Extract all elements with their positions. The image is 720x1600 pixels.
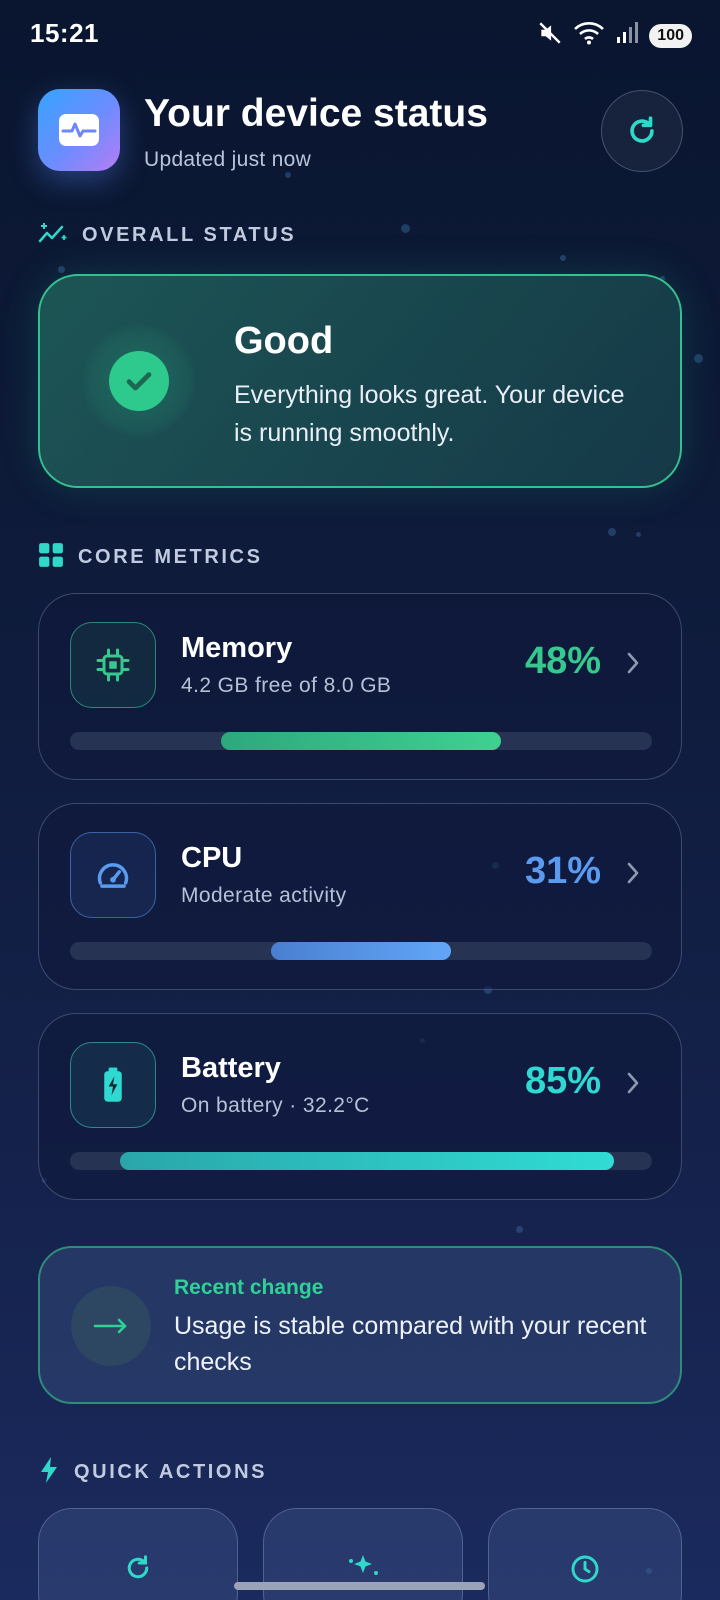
gauge-icon — [70, 832, 156, 918]
progress-track — [70, 1152, 652, 1170]
grid-icon — [38, 542, 64, 573]
check-badge — [82, 324, 196, 438]
progress-track — [70, 732, 652, 750]
metric-card-memory[interactable]: Memory 4.2 GB free of 8.0 GB 48% — [38, 593, 682, 780]
page-subtitle: Updated just now — [144, 148, 312, 171]
section-label: OVERALL STATUS — [82, 224, 297, 246]
particle — [636, 532, 641, 537]
arrow-right-icon — [71, 1286, 151, 1366]
recent-change-title: Recent change — [174, 1276, 324, 1299]
particle — [516, 1226, 523, 1233]
wifi-icon — [573, 20, 605, 51]
refresh-icon — [630, 116, 654, 143]
metric-value: 48% — [524, 640, 601, 682]
metric-value: 85% — [524, 1060, 601, 1102]
recent-change-description: Usage is stable compared with your recen… — [174, 1312, 647, 1376]
progress-fill — [270, 942, 452, 960]
metric-detail: 4.2 GB free of 8.0 GB — [181, 674, 392, 697]
refresh-icon — [123, 1553, 153, 1600]
metric-name: Memory — [181, 632, 293, 664]
chevron-right-icon — [625, 860, 641, 891]
metrics-section-header: CORE METRICS — [38, 542, 263, 573]
metric-card-battery[interactable]: Battery On battery · 32.2°C 85% — [38, 1013, 682, 1200]
section-label: CORE METRICS — [78, 546, 263, 568]
recent-change-card[interactable]: Recent change Usage is stable compared w… — [38, 1246, 682, 1404]
battery-bolt-icon — [70, 1042, 156, 1128]
status-time: 15:21 — [30, 18, 99, 48]
chip-icon — [70, 622, 156, 708]
status-title: Good — [234, 320, 334, 362]
particle — [401, 224, 410, 233]
sparkles-icon — [344, 1553, 382, 1600]
metric-name: Battery — [181, 1052, 281, 1084]
chevron-right-icon — [625, 650, 641, 681]
particle — [694, 354, 703, 363]
section-label: QUICK ACTIONS — [74, 1461, 268, 1483]
signal-icon — [615, 21, 639, 50]
mute-icon — [537, 20, 563, 51]
progress-track — [70, 942, 652, 960]
progress-fill — [119, 1152, 615, 1170]
chevron-right-icon — [625, 1070, 641, 1101]
particle — [560, 255, 566, 261]
home-indicator[interactable] — [234, 1582, 485, 1590]
quick-action-refresh[interactable] — [38, 1508, 238, 1600]
page-title: Your device status — [144, 92, 488, 135]
refresh-button[interactable] — [601, 90, 683, 172]
quick-action-history[interactable] — [488, 1508, 682, 1600]
check-icon — [109, 351, 169, 411]
quick-actions-section-header: QUICK ACTIONS — [38, 1456, 267, 1489]
app-icon — [38, 89, 120, 171]
metric-name: CPU — [181, 842, 243, 874]
metric-card-cpu[interactable]: CPU Moderate activity 31% — [38, 803, 682, 990]
bolt-icon — [38, 1456, 60, 1489]
overall-status-card[interactable]: Good Everything looks great. Your device… — [38, 274, 682, 488]
clock-icon — [569, 1553, 601, 1600]
metric-value: 31% — [524, 850, 601, 892]
pulse-icon — [59, 114, 99, 146]
overall-section-header: OVERALL STATUS — [38, 221, 296, 250]
battery-indicator: 100 — [649, 23, 692, 48]
metric-detail: Moderate activity — [181, 884, 347, 907]
progress-fill — [221, 732, 501, 750]
metric-detail: On battery · 32.2°C — [181, 1094, 370, 1117]
trend-sparkle-icon — [38, 221, 68, 250]
particle — [285, 172, 291, 178]
status-icons: 100 — [537, 20, 692, 51]
particle — [58, 266, 65, 273]
status-description: Everything looks great. Your device is r… — [234, 381, 625, 447]
status-bar: 15:21 100 — [0, 0, 720, 66]
particle — [608, 528, 616, 536]
